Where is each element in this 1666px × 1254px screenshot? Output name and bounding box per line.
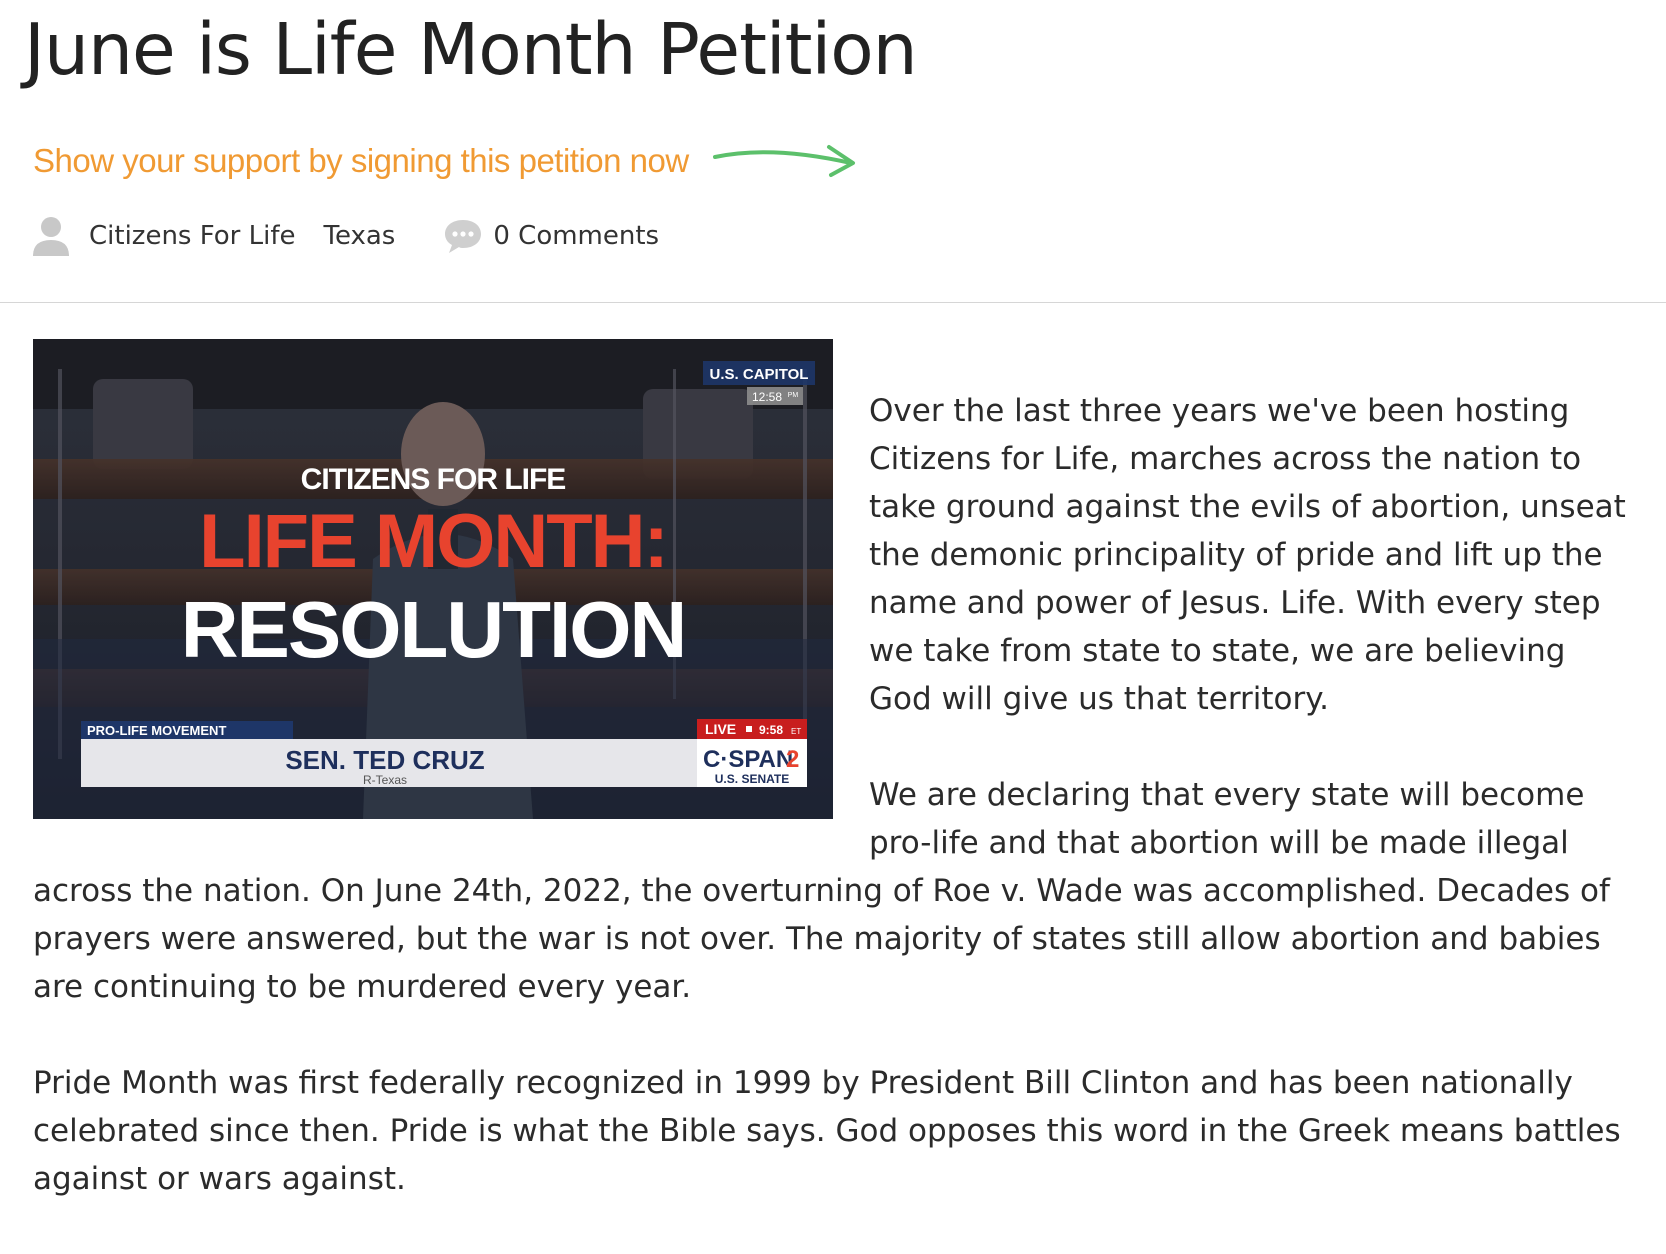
video-thumbnail[interactable]: CITIZENS FOR LIFE LIFE MONTH: RESOLUTION… <box>33 339 833 819</box>
speaker-name: SEN. TED CRUZ <box>285 745 484 775</box>
video-frame: CITIZENS FOR LIFE LIFE MONTH: RESOLUTION… <box>33 339 833 819</box>
video-brand-text: CITIZENS FOR LIFE <box>301 463 566 496</box>
live-time: 9:58 <box>759 723 783 737</box>
article-body: CITIZENS FOR LIFE LIFE MONTH: RESOLUTION… <box>33 339 1633 1203</box>
comments-link[interactable]: 0 Comments <box>493 221 659 251</box>
live-time-suffix: ET <box>791 727 801 736</box>
post-meta: Citizens For Life Texas 0 Comments <box>33 214 659 258</box>
petition-page: June is Life Month Petition Show your su… <box>0 0 1666 1254</box>
network-sub: U.S. SENATE <box>715 772 789 786</box>
sign-petition-link[interactable]: Show your support by signing this petiti… <box>33 142 689 180</box>
article-paragraph-3: Pride Month was first federally recogniz… <box>33 1065 1621 1197</box>
live-dot <box>746 726 752 732</box>
speaker-party: R-Texas <box>363 773 407 787</box>
arrow-right-icon <box>712 145 855 177</box>
author-name[interactable]: Citizens For Life <box>89 221 295 251</box>
network-logo-number: 2 <box>786 746 799 773</box>
user-icon <box>33 217 69 256</box>
page-title: June is Life Month Petition <box>24 8 918 91</box>
video-headline-2: RESOLUTION <box>181 585 685 674</box>
location-time: 12:58 <box>752 390 782 404</box>
location-time-suffix: PM <box>788 392 799 399</box>
cta-row: Show your support by signing this petiti… <box>33 136 861 186</box>
live-tag: LIVE <box>705 721 736 737</box>
location-tag: U.S. CAPITOL <box>710 366 809 383</box>
network-logo: C·SPAN <box>703 746 793 773</box>
location-label: Texas <box>323 221 396 251</box>
header-divider <box>0 302 1666 303</box>
movement-tag: PRO-LIFE MOVEMENT <box>87 723 226 738</box>
video-headline-1: LIFE MONTH: <box>199 499 667 584</box>
comment-bubble-icon <box>445 220 482 253</box>
